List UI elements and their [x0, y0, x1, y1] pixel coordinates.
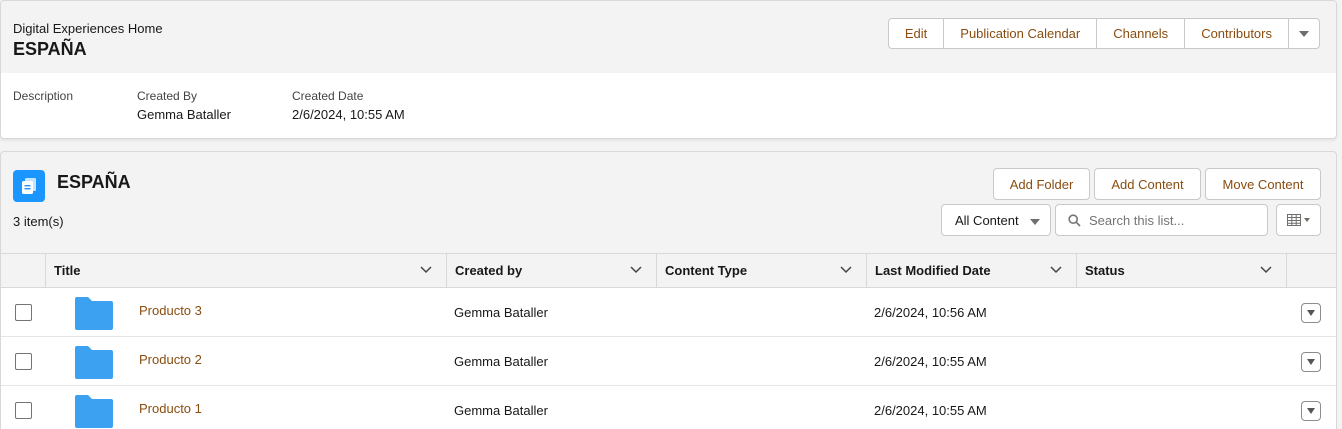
created-date-label: Created Date	[292, 89, 364, 103]
move-content-button[interactable]: Move Content	[1205, 168, 1321, 200]
chevron-down-icon	[420, 266, 432, 274]
column-header-label: Last Modified Date	[875, 263, 991, 278]
header-button-group: Edit Publication Calendar Channels Contr…	[887, 18, 1320, 49]
row-created-by: Gemma Bataller	[454, 354, 548, 369]
content-document-icon	[13, 170, 45, 202]
row-actions-button[interactable]	[1301, 352, 1321, 372]
list-title: ESPAÑA	[57, 172, 131, 192]
table-header: Title Created by Content Type Last Modif…	[1, 253, 1336, 288]
row-checkbox[interactable]	[15, 402, 32, 419]
row-checkbox[interactable]	[15, 304, 32, 321]
chevron-down-icon	[1050, 266, 1062, 274]
edit-button[interactable]: Edit	[887, 18, 945, 49]
display-as-button[interactable]	[1276, 204, 1321, 236]
add-content-button[interactable]: Add Content	[1094, 168, 1201, 200]
column-header-title[interactable]: Title	[45, 254, 446, 287]
column-header-label: Content Type	[665, 263, 748, 278]
content-list: ESPAÑA 3 item(s) Add Folder Add Content …	[0, 151, 1337, 429]
content-filter-select[interactable]: All Content	[941, 204, 1051, 236]
chevron-down-icon	[630, 266, 642, 274]
column-header-actions	[1286, 254, 1336, 287]
row-last-modified: 2/6/2024, 10:55 AM	[874, 403, 987, 418]
table-row[interactable]: Producto 3 Gemma Bataller 2/6/2024, 10:5…	[1, 288, 1336, 337]
created-by-label: Created By	[137, 89, 198, 103]
folder-icon	[75, 297, 113, 330]
chevron-down-icon	[1304, 218, 1310, 222]
column-header-label: Status	[1085, 263, 1125, 278]
publication-calendar-button[interactable]: Publication Calendar	[943, 18, 1098, 49]
add-folder-button[interactable]: Add Folder	[993, 168, 1090, 200]
folder-icon	[75, 346, 113, 379]
page-title: ESPAÑA	[13, 39, 87, 59]
created-date-value: 2/6/2024, 10:55 AM	[292, 107, 405, 122]
chevron-down-icon	[1307, 310, 1315, 316]
item-count: 3 item(s)	[13, 214, 64, 229]
column-header-created-by[interactable]: Created by	[446, 254, 656, 287]
search-input[interactable]	[1089, 212, 1259, 228]
column-header-label: Title	[54, 263, 81, 278]
channels-button[interactable]: Channels	[1096, 18, 1186, 49]
row-last-modified: 2/6/2024, 10:56 AM	[874, 305, 987, 320]
more-actions-button[interactable]	[1288, 18, 1320, 49]
chevron-down-icon	[1030, 219, 1040, 225]
column-header-content-type[interactable]: Content Type	[656, 254, 866, 287]
row-title-link[interactable]: Producto 2	[139, 352, 202, 367]
folder-icon	[75, 395, 113, 428]
row-created-by: Gemma Bataller	[454, 403, 548, 418]
chevron-down-icon	[840, 266, 852, 274]
chevron-down-icon	[1260, 266, 1272, 274]
breadcrumb[interactable]: Digital Experiences Home	[13, 21, 163, 36]
column-header-last-modified[interactable]: Last Modified Date	[866, 254, 1076, 287]
chevron-down-icon	[1307, 359, 1315, 365]
table-view-icon	[1287, 214, 1301, 226]
row-created-by: Gemma Bataller	[454, 305, 548, 320]
created-by-value: Gemma Bataller	[137, 107, 231, 122]
search-box[interactable]	[1055, 204, 1268, 236]
search-icon	[1068, 213, 1081, 227]
row-actions-button[interactable]	[1301, 303, 1321, 323]
row-title-link[interactable]: Producto 1	[139, 401, 202, 416]
contributors-button[interactable]: Contributors	[1184, 18, 1289, 49]
column-header-status[interactable]: Status	[1076, 254, 1286, 287]
row-checkbox[interactable]	[15, 353, 32, 370]
record-header: Digital Experiences Home ESPAÑA Edit Pub…	[0, 0, 1337, 139]
column-header-label: Created by	[455, 263, 523, 278]
row-actions-button[interactable]	[1301, 401, 1321, 421]
description-label: Description	[13, 89, 74, 103]
row-title-link[interactable]: Producto 3	[139, 303, 202, 318]
table-row[interactable]: Producto 2 Gemma Bataller 2/6/2024, 10:5…	[1, 337, 1336, 386]
content-filter-value: All Content	[955, 212, 1019, 228]
chevron-down-icon	[1299, 30, 1309, 37]
chevron-down-icon	[1307, 408, 1315, 414]
row-last-modified: 2/6/2024, 10:55 AM	[874, 354, 987, 369]
table-row[interactable]: Producto 1 Gemma Bataller 2/6/2024, 10:5…	[1, 386, 1336, 429]
